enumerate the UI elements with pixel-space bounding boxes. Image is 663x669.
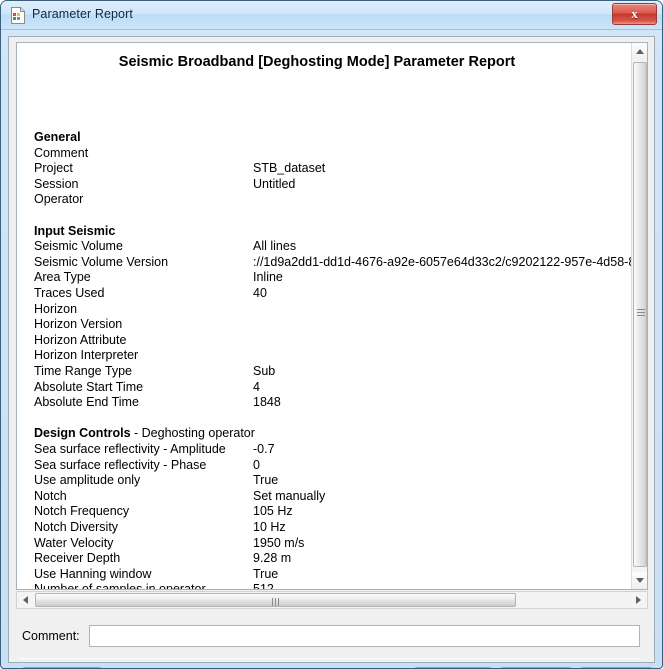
parameter-label: Sea surface reflectivity - Phase — [34, 457, 207, 472]
parameter-value: True — [253, 566, 279, 581]
parameter-label: Time Range Type — [34, 364, 132, 378]
close-icon: x — [631, 6, 638, 21]
report-scroll-area[interactable]: Seismic Broadband [Deghosting Mode] Para… — [16, 42, 648, 590]
parameter-label: Seismic Volume Version — [34, 254, 169, 269]
parameter-label: Horizon Interpreter — [34, 348, 139, 363]
section-heading: Design Controls - Deghosting operator — [34, 426, 255, 440]
parameter-value: Set manually — [253, 488, 326, 503]
window-title: Parameter Report — [32, 7, 133, 21]
section-heading-suffix: - Deghosting operator — [130, 426, 255, 441]
comment-input[interactable] — [89, 625, 640, 647]
parameter-label: Horizon Version — [34, 317, 123, 332]
window-titlebar: Parameter Report x — [1, 1, 662, 30]
dialog-body: Seismic Broadband [Deghosting Mode] Para… — [8, 36, 655, 668]
vertical-scrollbar-thumb[interactable] — [633, 62, 647, 567]
grip-icon — [272, 598, 281, 606]
report-heading: Seismic Broadband [Deghosting Mode] Para… — [118, 54, 516, 70]
scroll-left-icon[interactable] — [17, 592, 34, 608]
parameter-label: Use amplitude only — [34, 473, 141, 488]
parameter-value: 512 — [253, 582, 274, 589]
parameter-label: Traces Used — [34, 286, 105, 300]
vertical-scrollbar[interactable] — [631, 43, 647, 589]
parameter-label: Comment — [34, 145, 89, 160]
horizontal-scrollbar[interactable] — [16, 591, 648, 609]
parameter-value: 1950 m/s — [253, 535, 305, 550]
parameter-label: Use Hanning window — [34, 566, 152, 581]
parameter-label: Notch — [34, 488, 67, 503]
section-heading: General — [34, 130, 81, 144]
window-close-button[interactable]: x — [612, 3, 657, 25]
footer-divider — [19, 658, 640, 659]
parameter-label: Number of samples in operator — [34, 582, 206, 589]
parameter-value: Sub — [253, 364, 276, 378]
parameter-label: Operator — [34, 192, 84, 207]
grip-icon — [637, 309, 645, 316]
parameter-value: All lines — [253, 239, 297, 254]
scroll-up-icon[interactable] — [632, 43, 647, 60]
parameter-value: -0.7 — [253, 442, 275, 456]
parameter-label: Sea surface reflectivity - Amplitude — [34, 442, 226, 456]
parameter-label: Absolute Start Time — [34, 379, 144, 394]
parameter-value: Inline — [253, 270, 283, 285]
parameter-value: 4 — [253, 379, 260, 394]
parameter-value: 9.28 m — [253, 551, 292, 566]
parameter-label: Horizon Attribute — [34, 332, 127, 347]
parameter-label: Notch Frequency — [34, 504, 130, 519]
parameter-value: True — [253, 473, 279, 488]
report-document-icon — [9, 6, 27, 25]
section-heading-text: Input Seismic — [34, 223, 116, 238]
parameter-value: 1848 — [253, 395, 281, 410]
parameter-label: Water Velocity — [34, 535, 114, 550]
parameter-label: Notch Diversity — [34, 520, 119, 534]
parameter-value: 0 — [253, 457, 260, 472]
parameter-label: Receiver Depth — [34, 551, 121, 566]
parameter-value: STB_dataset — [253, 161, 326, 176]
parameter-label: Horizon — [34, 301, 78, 316]
parameter-value: Untitled — [253, 176, 296, 191]
parameter-label: Seismic Volume — [34, 239, 123, 254]
parameter-value: 105 Hz — [253, 504, 293, 519]
parameter-label: Session — [34, 176, 79, 191]
scroll-right-icon[interactable] — [630, 592, 647, 608]
comment-label: Comment: — [22, 629, 80, 643]
parameter-value: 10 Hz — [253, 520, 286, 534]
parameter-label: Project — [34, 161, 73, 176]
parameter-value: ://1d9a2dd1-dd1d-4676-a92e-6057e64d33c2/… — [253, 254, 632, 269]
report-content: Seismic Broadband [Deghosting Mode] Para… — [17, 43, 632, 589]
parameter-label: Area Type — [34, 270, 91, 285]
parameter-label: Absolute End Time — [34, 395, 139, 410]
section-heading: Input Seismic — [34, 224, 115, 238]
section-heading-text: General — [34, 130, 81, 144]
scroll-down-icon[interactable] — [632, 572, 647, 589]
parameter-report-window: Parameter Report x Seismic Broadband [De… — [0, 0, 663, 669]
horizontal-scrollbar-thumb[interactable] — [35, 593, 516, 607]
parameter-value: 40 — [253, 286, 267, 300]
section-heading-text: Design Controls — [34, 426, 131, 441]
